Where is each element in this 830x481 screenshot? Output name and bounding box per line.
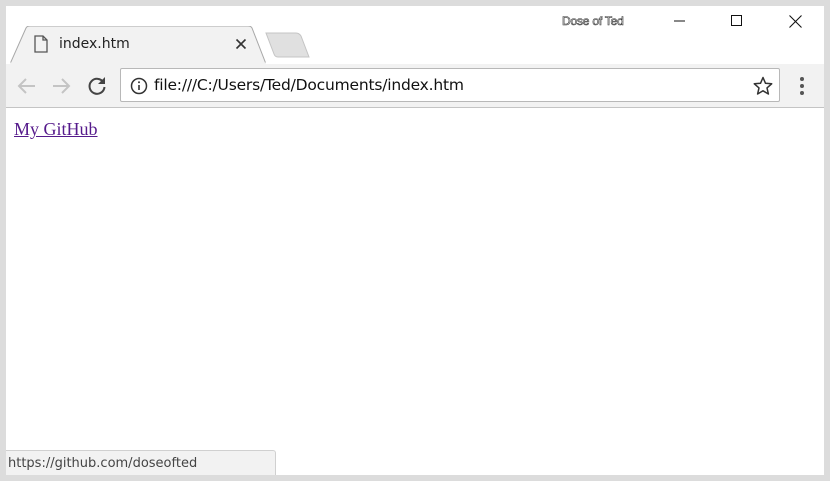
title-bar: Dose of Ted index.htm [6, 6, 824, 64]
tab-close-icon[interactable] [234, 37, 248, 51]
tab-shape [10, 26, 266, 64]
minimize-icon [674, 20, 685, 22]
address-bar[interactable]: file:///C:/Users/Ted/Documents/index.htm [120, 68, 780, 102]
status-bar: https://github.com/doseofted [6, 450, 276, 475]
new-tab-button[interactable] [264, 32, 310, 58]
close-window-button[interactable] [766, 6, 824, 36]
file-icon [34, 35, 48, 53]
star-icon[interactable] [753, 76, 773, 96]
close-icon [788, 14, 802, 28]
page-content: My GitHub [6, 108, 824, 475]
forward-icon[interactable] [49, 74, 73, 98]
vertical-dots-icon[interactable] [792, 75, 812, 97]
profile-name[interactable]: Dose of Ted [562, 14, 624, 29]
browser-toolbar: file:///C:/Users/Ted/Documents/index.htm [6, 64, 824, 108]
browser-window: Dose of Ted index.htm file:///C:/Users/T… [6, 6, 824, 475]
tab-index-htm[interactable]: index.htm [10, 26, 266, 64]
info-icon[interactable] [130, 77, 148, 95]
reload-icon[interactable] [85, 74, 109, 98]
github-link[interactable]: My GitHub [14, 119, 98, 140]
url-text[interactable]: file:///C:/Users/Ted/Documents/index.htm [154, 76, 464, 94]
status-url: https://github.com/doseofted [8, 456, 198, 471]
maximize-icon [731, 15, 742, 26]
tab-title: index.htm [59, 36, 130, 52]
minimize-button[interactable] [651, 6, 709, 36]
maximize-button[interactable] [708, 6, 766, 36]
back-icon[interactable] [15, 74, 39, 98]
